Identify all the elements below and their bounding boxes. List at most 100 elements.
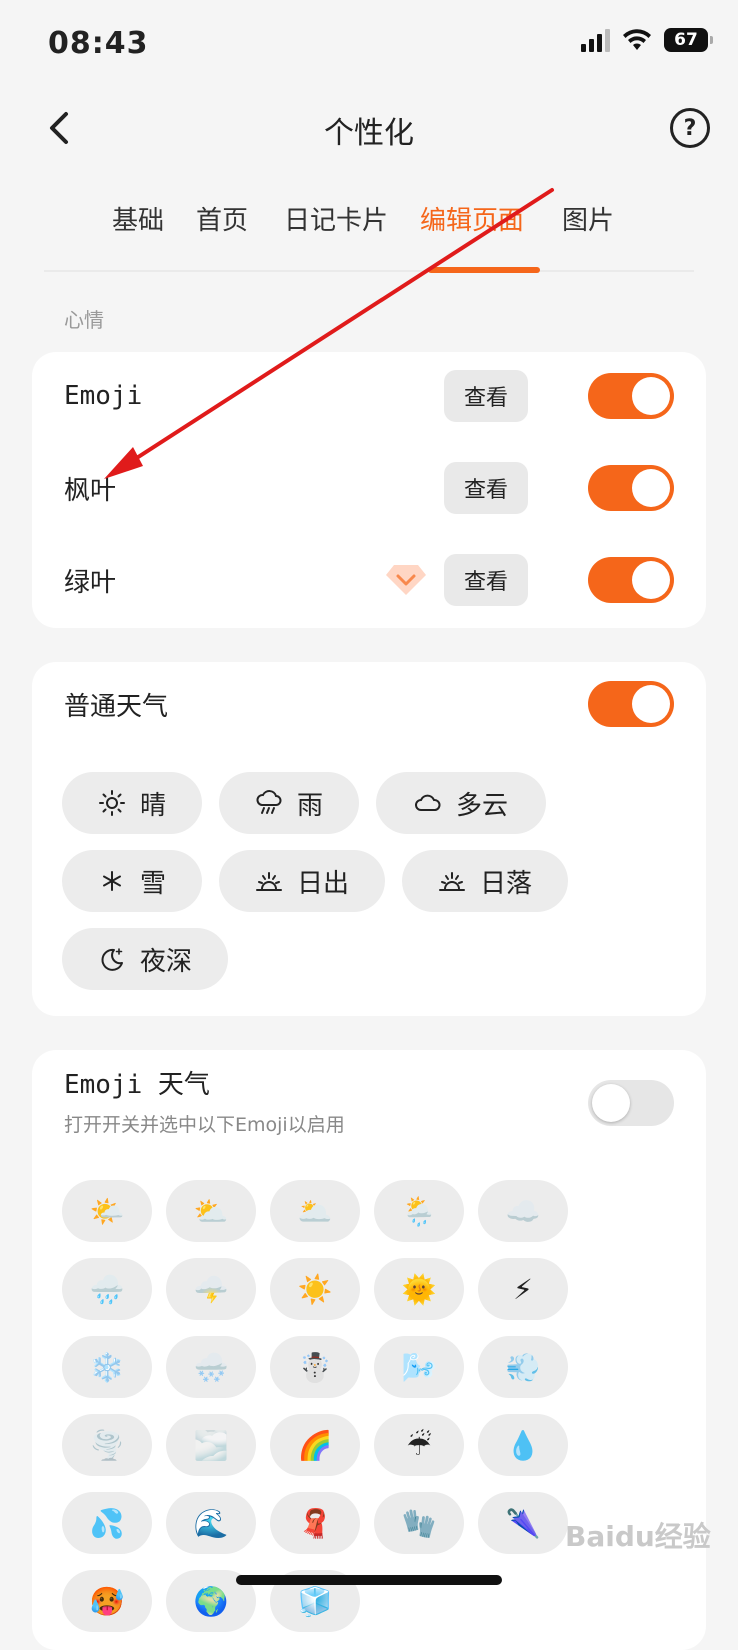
emoji-weather-header: Emoji 天气 [64,1050,674,1126]
emoji-glyph: 🌪️ [89,1428,125,1462]
emoji-weather-chip[interactable]: 🌥️ [270,1180,360,1242]
emoji-weather-hint: 打开开关并选中以下Emoji以启用 [64,1114,345,1136]
emoji-weather-chip[interactable]: ☃️ [270,1336,360,1398]
tab-basic[interactable]: 基础 [112,200,164,237]
emoji-glyph: 🧊 [297,1584,333,1618]
help-icon[interactable]: ? [670,108,710,148]
mood-row-label: Emoji [64,381,143,411]
emoji-glyph: 🌩️ [193,1272,229,1306]
emoji-glyph: 🌞 [401,1272,437,1306]
emoji-glyph: 🌨️ [193,1350,229,1384]
emoji-glyph: 🌫️ [193,1428,229,1462]
emoji-weather-card: Emoji 天气 打开开关并选中以下Emoji以启用 🌤️ ⛅ 🌥️ 🌦️ ☁️ 🌧️ 🌩️… [32,1050,706,1650]
emoji-glyph: 🥵 [89,1584,125,1618]
emoji-glyph: 🌧️ [89,1272,125,1306]
weather-chip-sunrise[interactable]: 日出 [219,850,385,912]
emoji-glyph: 🌍 [193,1584,229,1618]
emoji-weather-chip[interactable]: 🌤️ [62,1180,152,1242]
emoji-weather-chip[interactable]: 🌊 [166,1492,256,1554]
status-icons: 67 [581,28,713,52]
view-button[interactable]: 查看 [444,370,528,422]
emoji-weather-chip[interactable]: 🧤 [374,1492,464,1554]
weather-chip-late-night[interactable]: 夜深 [62,928,228,990]
emoji-weather-chip[interactable]: 🌪️ [62,1414,152,1476]
rain-cloud-icon [256,790,282,814]
toggle-knob [632,561,670,599]
emoji-glyph: 🌈 [297,1428,333,1462]
emoji-weather-chip[interactable]: 🥵 [62,1570,152,1632]
view-button[interactable]: 查看 [444,554,528,606]
emoji-weather-chip[interactable]: ⚡ [478,1258,568,1320]
home-indicator [236,1575,502,1585]
emoji-weather-chip[interactable]: 💦 [62,1492,152,1554]
emoji-weather-chip[interactable]: 🌧️ [62,1258,152,1320]
mood-row-maple: 枫叶 查看 [64,458,674,518]
emoji-weather-chip[interactable]: 🌩️ [166,1258,256,1320]
chip-label: 日出 [296,868,349,899]
weather-chip-sunset[interactable]: 日落 [402,850,568,912]
emoji-glyph: ❄️ [89,1350,125,1384]
weather-chip-cloudy[interactable]: 多云 [376,772,546,834]
emoji-weather-chip[interactable]: ☔ [374,1414,464,1476]
sun-icon [98,790,125,816]
emoji-weather-chip[interactable]: 🌨️ [166,1336,256,1398]
chip-label: 雪 [139,868,166,899]
tab-bar: 基础 首页 日记卡片 编辑页面 图片 [44,190,694,273]
battery-icon: 67 [664,28,713,52]
emoji-glyph: 🌥️ [297,1194,333,1228]
emoji-glyph: 💨 [505,1350,541,1384]
emoji-weather-chip[interactable]: 🧣 [270,1492,360,1554]
emoji-glyph: 🌬️ [401,1350,437,1384]
chip-label: 日落 [479,868,532,899]
toggle-knob [632,685,670,723]
emoji-glyph: ⛅ [193,1194,229,1228]
weather-chip-sunny[interactable]: 晴 [62,772,202,834]
status-bar: 08:43 67 [0,0,738,90]
emoji-glyph: 🧣 [297,1506,333,1540]
baidu-watermark: Baidu经验 [565,1520,711,1553]
weather-chip-rain[interactable]: 雨 [219,772,359,834]
chip-label: 夜深 [139,946,192,977]
emoji-weather-chip[interactable]: ❄️ [62,1336,152,1398]
emoji-weather-chip[interactable]: 🌬️ [374,1336,464,1398]
tab-diary-card[interactable]: 日记卡片 [284,200,388,237]
emoji-weather-chip[interactable]: 🌞 [374,1258,464,1320]
mood-green-leaf-toggle[interactable] [588,557,674,603]
tab-home[interactable]: 首页 [196,200,248,237]
emoji-weather-chip[interactable]: ⛅ [166,1180,256,1242]
view-button[interactable]: 查看 [444,462,528,514]
normal-weather-toggle[interactable] [588,681,674,727]
weather-chip-snow[interactable]: 雪 [62,850,202,912]
mood-emoji-toggle[interactable] [588,373,674,419]
emoji-weather-chip[interactable]: 🌦️ [374,1180,464,1242]
mood-row-emoji: Emoji 查看 [64,366,674,426]
tab-edit-page[interactable]: 编辑页面 [420,200,524,237]
emoji-glyph: 🌂 [505,1506,541,1540]
chip-label: 雨 [296,790,323,821]
emoji-weather-chip[interactable]: 🌈 [270,1414,360,1476]
chip-label: 晴 [139,790,166,821]
emoji-weather-chip[interactable]: ☀️ [270,1258,360,1320]
emoji-glyph: ☀️ [297,1272,333,1306]
emoji-weather-chip[interactable]: 💧 [478,1414,568,1476]
emoji-weather-chip[interactable]: 💨 [478,1336,568,1398]
emoji-glyph: 🌊 [193,1506,229,1540]
cellular-signal-icon [581,28,610,52]
mood-row-label: 绿叶 [64,567,117,598]
mood-maple-toggle[interactable] [588,465,674,511]
tab-images[interactable]: 图片 [562,200,614,237]
nav-bar: 个性化 ? [0,90,738,170]
normal-weather-card: 普通天气 晴 雨 多云 雪 日出 日落 夜深 [32,662,706,1016]
emoji-weather-chip[interactable]: 🌂 [478,1492,568,1554]
status-time: 08:43 [48,26,149,61]
emoji-glyph: ☃️ [297,1350,333,1384]
emoji-glyph: 💧 [505,1428,541,1462]
wifi-icon [623,29,651,50]
emoji-weather-chip[interactable]: ☁️ [478,1180,568,1242]
emoji-weather-toggle[interactable] [588,1080,674,1126]
emoji-weather-label: Emoji 天气 [64,1069,210,1100]
toggle-knob [632,377,670,415]
active-tab-indicator [428,267,540,273]
emoji-weather-chip[interactable]: 🌫️ [166,1414,256,1476]
page-title: 个性化 [324,116,414,151]
